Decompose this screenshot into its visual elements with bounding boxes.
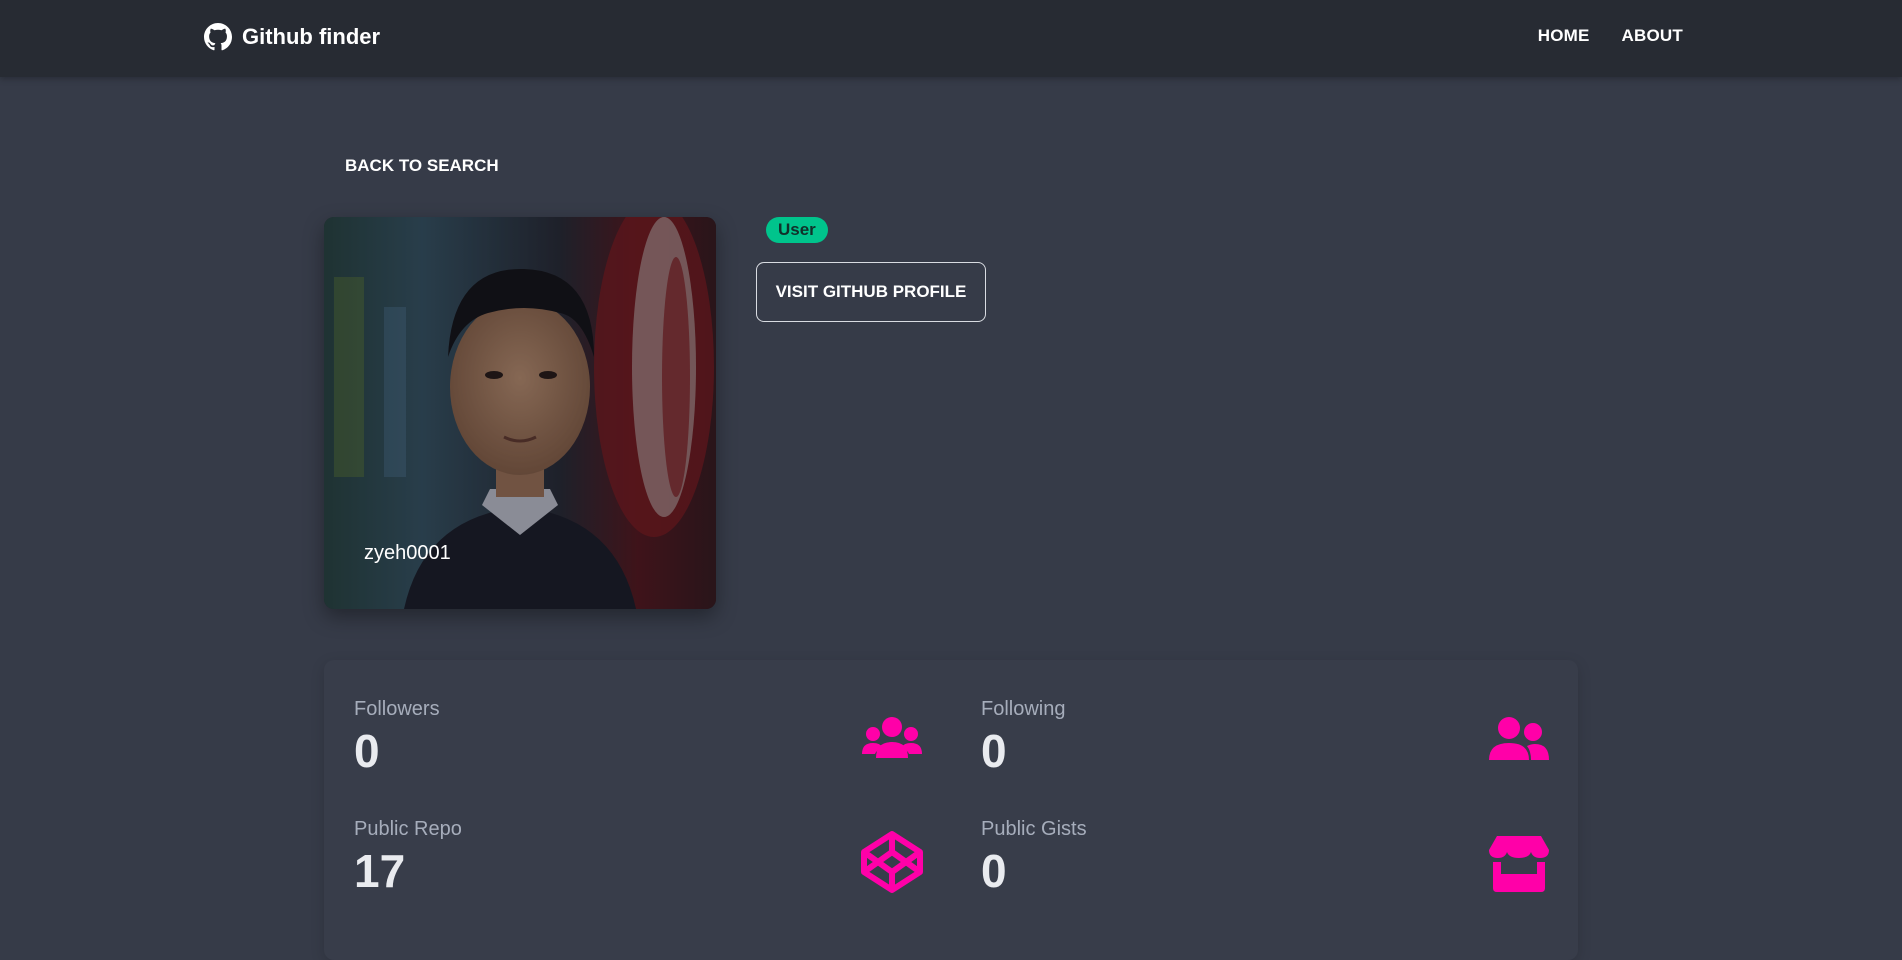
stat-value: 0: [354, 725, 380, 777]
nav-home-link[interactable]: HOME: [1538, 26, 1590, 46]
username-label: zyeh0001: [364, 542, 451, 564]
codepen-icon: [860, 830, 924, 894]
stat-public-repo: Public Repo 17: [324, 780, 951, 900]
stat-following: Following 0: [951, 660, 1578, 780]
nav-links: HOME ABOUT: [1538, 26, 1683, 46]
stat-label: Public Gists: [981, 818, 1087, 840]
github-logo-icon: [204, 23, 232, 51]
avatar-card: zyeh0001: [324, 217, 716, 609]
visit-github-profile-button[interactable]: VISIT GITHUB PROFILE: [756, 262, 986, 322]
stat-value: 17: [354, 845, 406, 897]
user-friends-icon: [1487, 710, 1551, 774]
back-to-search-button[interactable]: BACK TO SEARCH: [325, 148, 519, 184]
nav-about-link[interactable]: ABOUT: [1622, 26, 1683, 46]
store-icon: [1487, 830, 1551, 894]
stat-value: 0: [981, 845, 1007, 897]
stat-label: Following: [981, 698, 1066, 720]
stats-panel: Followers 0 Following 0 Public Repo 17 P…: [324, 660, 1578, 960]
navbar: Github finder HOME ABOUT: [0, 0, 1902, 77]
stat-followers: Followers 0: [324, 660, 951, 780]
stat-public-gists: Public Gists 0: [951, 780, 1578, 900]
brand-title: Github finder: [242, 24, 381, 49]
stat-label: Public Repo: [354, 818, 462, 840]
users-icon: [860, 710, 924, 774]
stat-label: Followers: [354, 698, 440, 720]
user-type-badge: User: [766, 217, 828, 243]
stat-value: 0: [981, 725, 1007, 777]
brand[interactable]: Github finder: [204, 22, 380, 52]
